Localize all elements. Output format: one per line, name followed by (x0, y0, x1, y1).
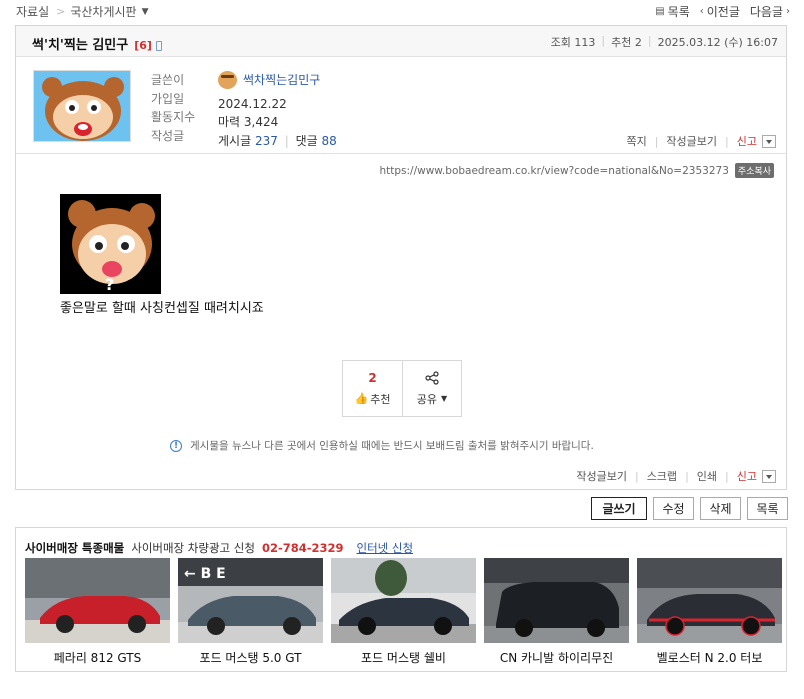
breadcrumb-board[interactable]: 국산차게시판 (70, 3, 136, 20)
car-name[interactable]: CN 카니발 하이리무진 (484, 649, 629, 666)
view-count: 113 (574, 36, 596, 49)
post-container: 썩'치'찍는 김민구 [6] 조회 113 | 추천 2 | 2025.03.12… (15, 25, 787, 490)
info-icon: ! (170, 439, 182, 452)
post-bottom-actions: 작성글보기 | 스크랩 | 인쇄 | 신고 (576, 468, 776, 484)
recommend-count: 2 (634, 36, 642, 49)
recommend-button[interactable]: 2 👍 추천 (343, 361, 402, 416)
author-values: 썩차찍는김민구 2024.12.22 마력 3,424 게시글 237 | 댓글… (218, 71, 337, 150)
prev-link[interactable]: ‹ 이전글 (700, 3, 740, 20)
car-image[interactable]: ← B E (178, 558, 323, 643)
market-header: 사이버매장 특종매물 사이버매장 차량광고 신청 02-784-2329 인터넷… (25, 540, 413, 556)
message-link[interactable]: 쪽지 (626, 133, 646, 149)
author-post-stats: 게시글 237 | 댓글 88 (218, 133, 337, 148)
scrap-link[interactable]: 스크랩 (647, 468, 677, 484)
car-image[interactable] (637, 558, 782, 643)
content-image: ? (60, 194, 161, 294)
car-name[interactable]: 포드 머스탱 5.0 GT (178, 649, 323, 666)
author-info: 글쓴이 가입일 활동지수 작성글 썩차찍는김민구 2024.12.22 마력 3… (16, 57, 786, 154)
citation-notice: ! 게시물을 뉴스나 다른 곳에서 인용하실 때에는 반드시 보배드림 출처를 … (170, 438, 594, 453)
url-row: https://www.bobaedream.co.kr/view?code=n… (379, 163, 774, 178)
view-posts-link[interactable]: 작성글보기 (666, 133, 717, 149)
svg-text:?: ? (105, 275, 114, 294)
chevron-left-icon: ‹ (699, 6, 704, 17)
print-link[interactable]: 인쇄 (697, 468, 717, 484)
car-item[interactable]: ← B E 포드 머스탱 5.0 GT (178, 558, 323, 666)
report-dropdown-icon-bottom[interactable] (762, 469, 776, 483)
post-url: https://www.bobaedream.co.kr/view?code=n… (379, 164, 729, 177)
list-icon: ▤ (655, 6, 665, 17)
breadcrumb: 자료실 > 국산차게시판 ▼ (16, 3, 149, 20)
copy-url-button[interactable]: 주소복사 (734, 163, 774, 178)
user-level-icon (218, 71, 237, 90)
car-image[interactable] (25, 558, 170, 643)
car-item[interactable]: 페라리 812 GTS (25, 558, 170, 666)
post-title: 썩'치'찍는 김민구 [6] (32, 34, 162, 53)
report-link-bottom[interactable]: 신고 (737, 468, 757, 484)
caret-down-icon: ▼ (441, 394, 448, 403)
top-bar: 자료실 > 국산차게시판 ▼ ▤ 목록 ‹ 이전글 다음글 › (0, 0, 804, 22)
comment-count[interactable]: [6] (134, 39, 152, 52)
vote-share-box: 2 👍 추천 공유 ▼ (342, 360, 462, 417)
car-item[interactable]: CN 카니발 하이리무진 (484, 558, 629, 666)
svg-text:← B E: ← B E (184, 566, 226, 582)
author-post-count[interactable]: 237 (255, 134, 278, 148)
vote-count: 2 (368, 370, 377, 385)
author-joined: 2024.12.22 (218, 96, 287, 111)
delete-button[interactable]: 삭제 (700, 497, 741, 520)
car-name[interactable]: 벨로스터 N 2.0 터보 (637, 649, 782, 666)
car-name[interactable]: 페라리 812 GTS (25, 649, 170, 666)
post-date: 2025.03.12 (수) 16:07 (657, 36, 778, 49)
car-list: 페라리 812 GTS ← B E 포드 머스탱 5.0 GT 포드 머스탱 쉘… (25, 558, 782, 666)
mobile-icon (155, 40, 162, 51)
chevron-right-icon: › (786, 6, 790, 17)
author-nickname[interactable]: 썩차찍는김민구 (218, 71, 320, 90)
market-title: 사이버매장 특종매물 (25, 541, 125, 555)
post-button-row: 글쓰기 수정 삭제 목록 (591, 497, 788, 520)
market-web-link[interactable]: 인터넷 신청 (357, 540, 414, 556)
car-item[interactable]: 포드 머스탱 쉘비 (331, 558, 476, 666)
car-image[interactable] (484, 558, 629, 643)
thumbs-up-icon: 👍 (354, 392, 369, 405)
report-dropdown-icon[interactable] (762, 134, 776, 148)
post-meta: 조회 113 | 추천 2 | 2025.03.12 (수) 16:07 (550, 34, 778, 49)
author-avatar[interactable] (33, 70, 131, 142)
list-link[interactable]: ▤ 목록 (655, 3, 690, 20)
post-navigation: ▤ 목록 ‹ 이전글 다음글 › (655, 3, 790, 20)
cyber-market: 사이버매장 특종매물 사이버매장 차량광고 신청 02-784-2329 인터넷… (15, 527, 787, 672)
post-body-text: 좋은말로 할때 사칭컨셉질 때려치시죠 (60, 301, 264, 316)
car-image[interactable] (331, 558, 476, 643)
report-link[interactable]: 신고 (737, 133, 757, 149)
car-item[interactable]: 벨로스터 N 2.0 터보 (637, 558, 782, 666)
board-dropdown-icon[interactable]: ▼ (142, 7, 149, 17)
author-activity: 마력 3,424 (218, 115, 279, 130)
edit-button[interactable]: 수정 (653, 497, 694, 520)
market-ad-label: 사이버매장 차량광고 신청 (131, 541, 255, 555)
share-icon (425, 370, 439, 385)
next-link[interactable]: 다음글 › (750, 3, 790, 20)
view-posts-link-bottom[interactable]: 작성글보기 (576, 468, 627, 484)
market-phone: 02-784-2329 (261, 541, 344, 555)
post-header: 썩'치'찍는 김민구 [6] 조회 113 | 추천 2 | 2025.03.12… (16, 26, 786, 57)
author-comment-count[interactable]: 88 (321, 134, 336, 148)
share-button[interactable]: 공유 ▼ (401, 361, 461, 416)
author-labels: 글쓴이 가입일 활동지수 작성글 (151, 73, 196, 143)
author-actions: 쪽지 | 작성글보기 | 신고 (626, 133, 776, 149)
list-button[interactable]: 목록 (747, 497, 788, 520)
write-button[interactable]: 글쓰기 (591, 497, 647, 520)
breadcrumb-separator-icon: > (56, 5, 66, 18)
breadcrumb-root[interactable]: 자료실 (16, 3, 49, 20)
car-name[interactable]: 포드 머스탱 쉘비 (331, 649, 476, 666)
